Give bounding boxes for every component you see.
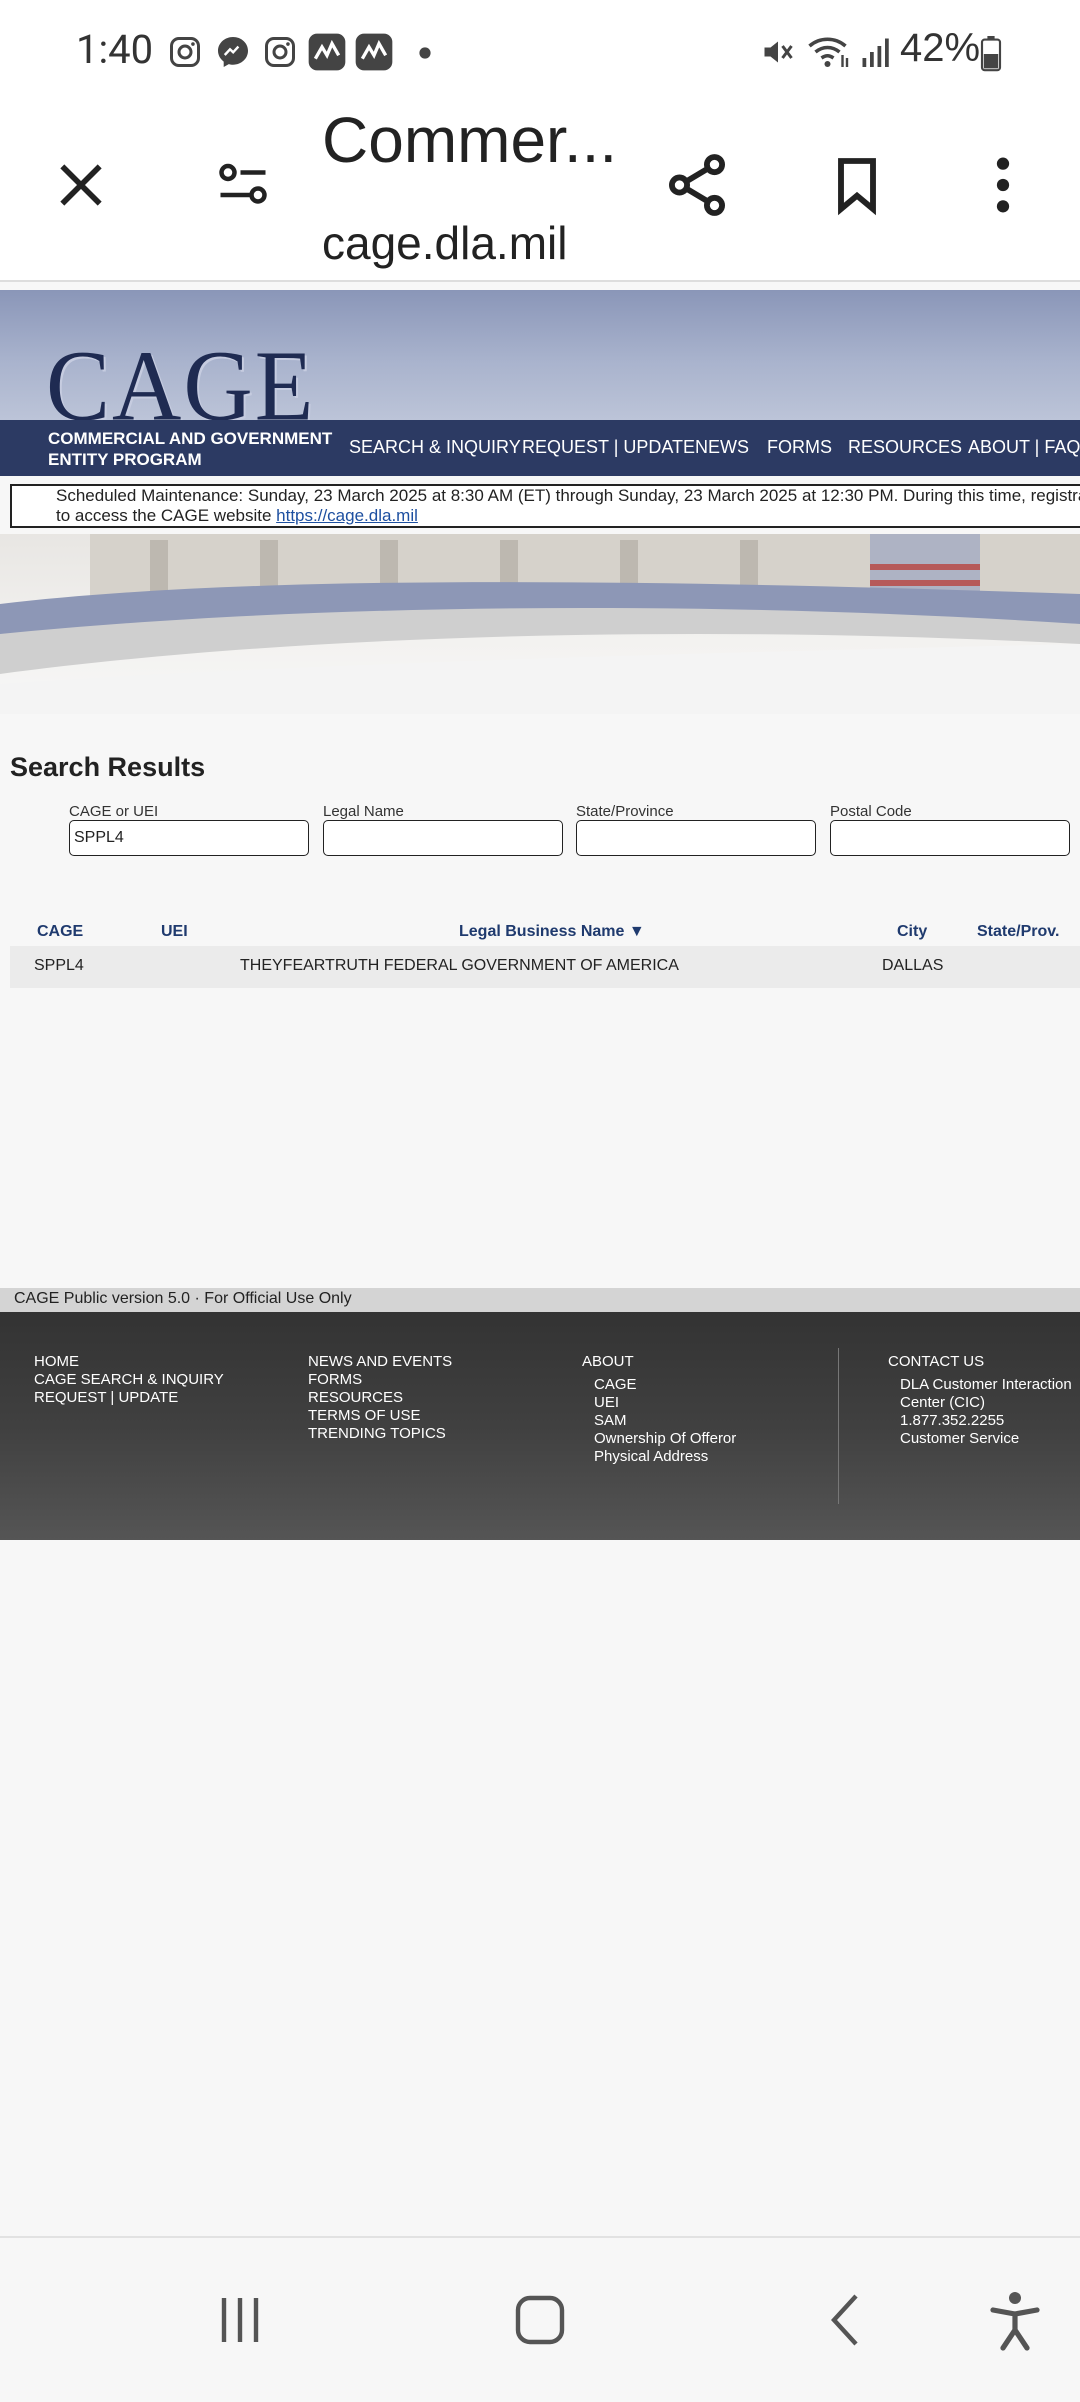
cell-city: DALLAS <box>882 957 944 974</box>
cell-legal-name: THEYFEARTRUTH FEDERAL GOVERNMENT OF AMER… <box>240 957 679 974</box>
wifi-icon <box>808 37 849 67</box>
footer-contact-cic-2: Center (CIC) <box>900 1394 986 1411</box>
col-header-city[interactable]: City <box>897 923 927 941</box>
postal-code-input[interactable] <box>830 820 1070 856</box>
footer-link-cage[interactable]: CAGE <box>594 1376 736 1394</box>
site-settings-button[interactable] <box>198 140 288 230</box>
postal-code-label: Postal Code <box>830 803 912 820</box>
bookmark-button[interactable] <box>812 140 902 230</box>
nav-search-inquiry[interactable]: SEARCH & INQUIRY <box>349 437 521 458</box>
legal-name-input[interactable] <box>323 820 563 856</box>
status-time: 1:40 <box>76 26 154 73</box>
footer-about-list: CAGE UEI SAM Ownership Of Offeror Physic… <box>582 1376 736 1466</box>
state-province-label: State/Province <box>576 803 674 820</box>
footer-link-request[interactable]: REQUEST | UPDATE <box>34 1389 224 1407</box>
app-icon <box>308 33 346 71</box>
recent-apps-icon <box>221 2298 259 2342</box>
footer-link-uei[interactable]: UEI <box>594 1394 736 1412</box>
nav-forms[interactable]: FORMS <box>767 437 832 458</box>
nav-about-faq[interactable]: ABOUT | FAQ <box>968 437 1080 458</box>
share-button[interactable] <box>652 140 742 230</box>
page-title: Commer... <box>322 104 618 176</box>
cage-uei-label: CAGE or UEI <box>69 803 159 820</box>
footer-link-trending[interactable]: TRENDING TOPICS <box>308 1425 452 1443</box>
footer-link-sam[interactable]: SAM <box>594 1412 736 1430</box>
footer-contact-cic: DLA Customer Interaction <box>900 1376 1072 1393</box>
footer-divider <box>838 1348 839 1504</box>
signal-icon <box>862 38 889 67</box>
footer-col-4: CONTACT US DLA Customer Interaction Cent… <box>888 1353 1072 1448</box>
maintenance-link[interactable]: https://cage.dla.mil <box>276 506 418 525</box>
more-options-button[interactable] <box>958 140 1048 230</box>
footer-link-home[interactable]: HOME <box>34 1353 224 1371</box>
col-header-legal-name[interactable]: Legal Business Name ▼ <box>459 923 645 941</box>
nav-resources[interactable]: RESOURCES <box>848 437 962 458</box>
banner-graphic <box>0 534 1080 714</box>
footer-contact-title[interactable]: CONTACT US <box>888 1353 1072 1371</box>
instagram-icon-2 <box>265 37 295 67</box>
legal-name-label: Legal Name <box>323 803 404 820</box>
home-button[interactable] <box>500 2280 580 2360</box>
instagram-icon <box>170 37 200 67</box>
program-name: COMMERCIAL AND GOVERNMENT ENTITY PROGRAM <box>48 429 333 469</box>
maintenance-line-1: Scheduled Maintenance: Sunday, 23 March … <box>56 486 1080 505</box>
more-vert-icon <box>996 157 1010 213</box>
nav-news[interactable]: NEWS <box>695 437 749 458</box>
maintenance-line-2-text: to access the CAGE website <box>56 506 277 525</box>
maintenance-line-2: to access the CAGE website https://cage.… <box>56 506 1080 526</box>
footer-link-ownership[interactable]: Ownership Of Offeror <box>594 1430 736 1448</box>
cage-uei-input[interactable] <box>69 820 309 856</box>
state-province-input[interactable] <box>576 820 816 856</box>
footer-col-3: ABOUT CAGE UEI SAM Ownership Of Offeror … <box>582 1353 736 1466</box>
footer-contact-phone[interactable]: 1.877.352.2255 <box>900 1412 1072 1430</box>
url-text[interactable]: cage.dla.mil <box>322 216 567 270</box>
messenger-icon <box>218 37 248 67</box>
dot-icon <box>419 47 431 59</box>
version-text: CAGE Public version 5.0 · For Official U… <box>14 1290 352 1307</box>
home-icon <box>515 2295 565 2345</box>
app-icon-2 <box>355 33 393 71</box>
battery-percent: 42% <box>900 26 981 70</box>
footer-link-terms[interactable]: TERMS OF USE <box>308 1407 452 1425</box>
footer-link-resources[interactable]: RESOURCES <box>308 1389 452 1407</box>
mute-icon <box>764 41 793 63</box>
footer-link-address[interactable]: Physical Address <box>594 1448 736 1466</box>
footer-about-title[interactable]: ABOUT <box>582 1353 736 1371</box>
footer-link-news[interactable]: NEWS AND EVENTS <box>308 1353 452 1371</box>
banner-image <box>0 534 1080 714</box>
tune-icon <box>219 163 267 204</box>
back-button[interactable] <box>806 2280 886 2360</box>
recent-apps-button[interactable] <box>200 2280 280 2360</box>
accessibility-icon <box>990 2292 1040 2351</box>
footer-col-2: NEWS AND EVENTS FORMS RESOURCES TERMS OF… <box>308 1353 452 1443</box>
close-button[interactable] <box>36 140 126 230</box>
col-header-state[interactable]: State/Prov. <box>977 923 1059 941</box>
back-icon <box>831 2294 858 2346</box>
battery-icon <box>980 36 1002 72</box>
accessibility-button[interactable] <box>975 2280 1055 2360</box>
col-header-cage[interactable]: CAGE <box>37 923 83 941</box>
col-header-uei[interactable]: UEI <box>161 923 188 941</box>
footer-link-search[interactable]: CAGE SEARCH & INQUIRY <box>34 1371 224 1389</box>
footer-contact-service[interactable]: Customer Service <box>900 1430 1072 1448</box>
share-icon <box>669 154 725 216</box>
footer-col-1: HOME CAGE SEARCH & INQUIRY REQUEST | UPD… <box>34 1353 224 1407</box>
footer-link-forms[interactable]: FORMS <box>308 1371 452 1389</box>
cell-cage[interactable]: SPPL4 <box>34 957 84 975</box>
close-icon <box>60 164 102 206</box>
bookmark-icon <box>838 158 876 216</box>
maintenance-text: Scheduled Maintenance: Sunday, 23 March … <box>56 486 1080 530</box>
footer-contact-list: DLA Customer Interaction Center (CIC) 1.… <box>888 1376 1072 1448</box>
nav-request-update[interactable]: REQUEST | UPDATE <box>522 437 695 458</box>
search-results-title: Search Results <box>10 752 206 782</box>
